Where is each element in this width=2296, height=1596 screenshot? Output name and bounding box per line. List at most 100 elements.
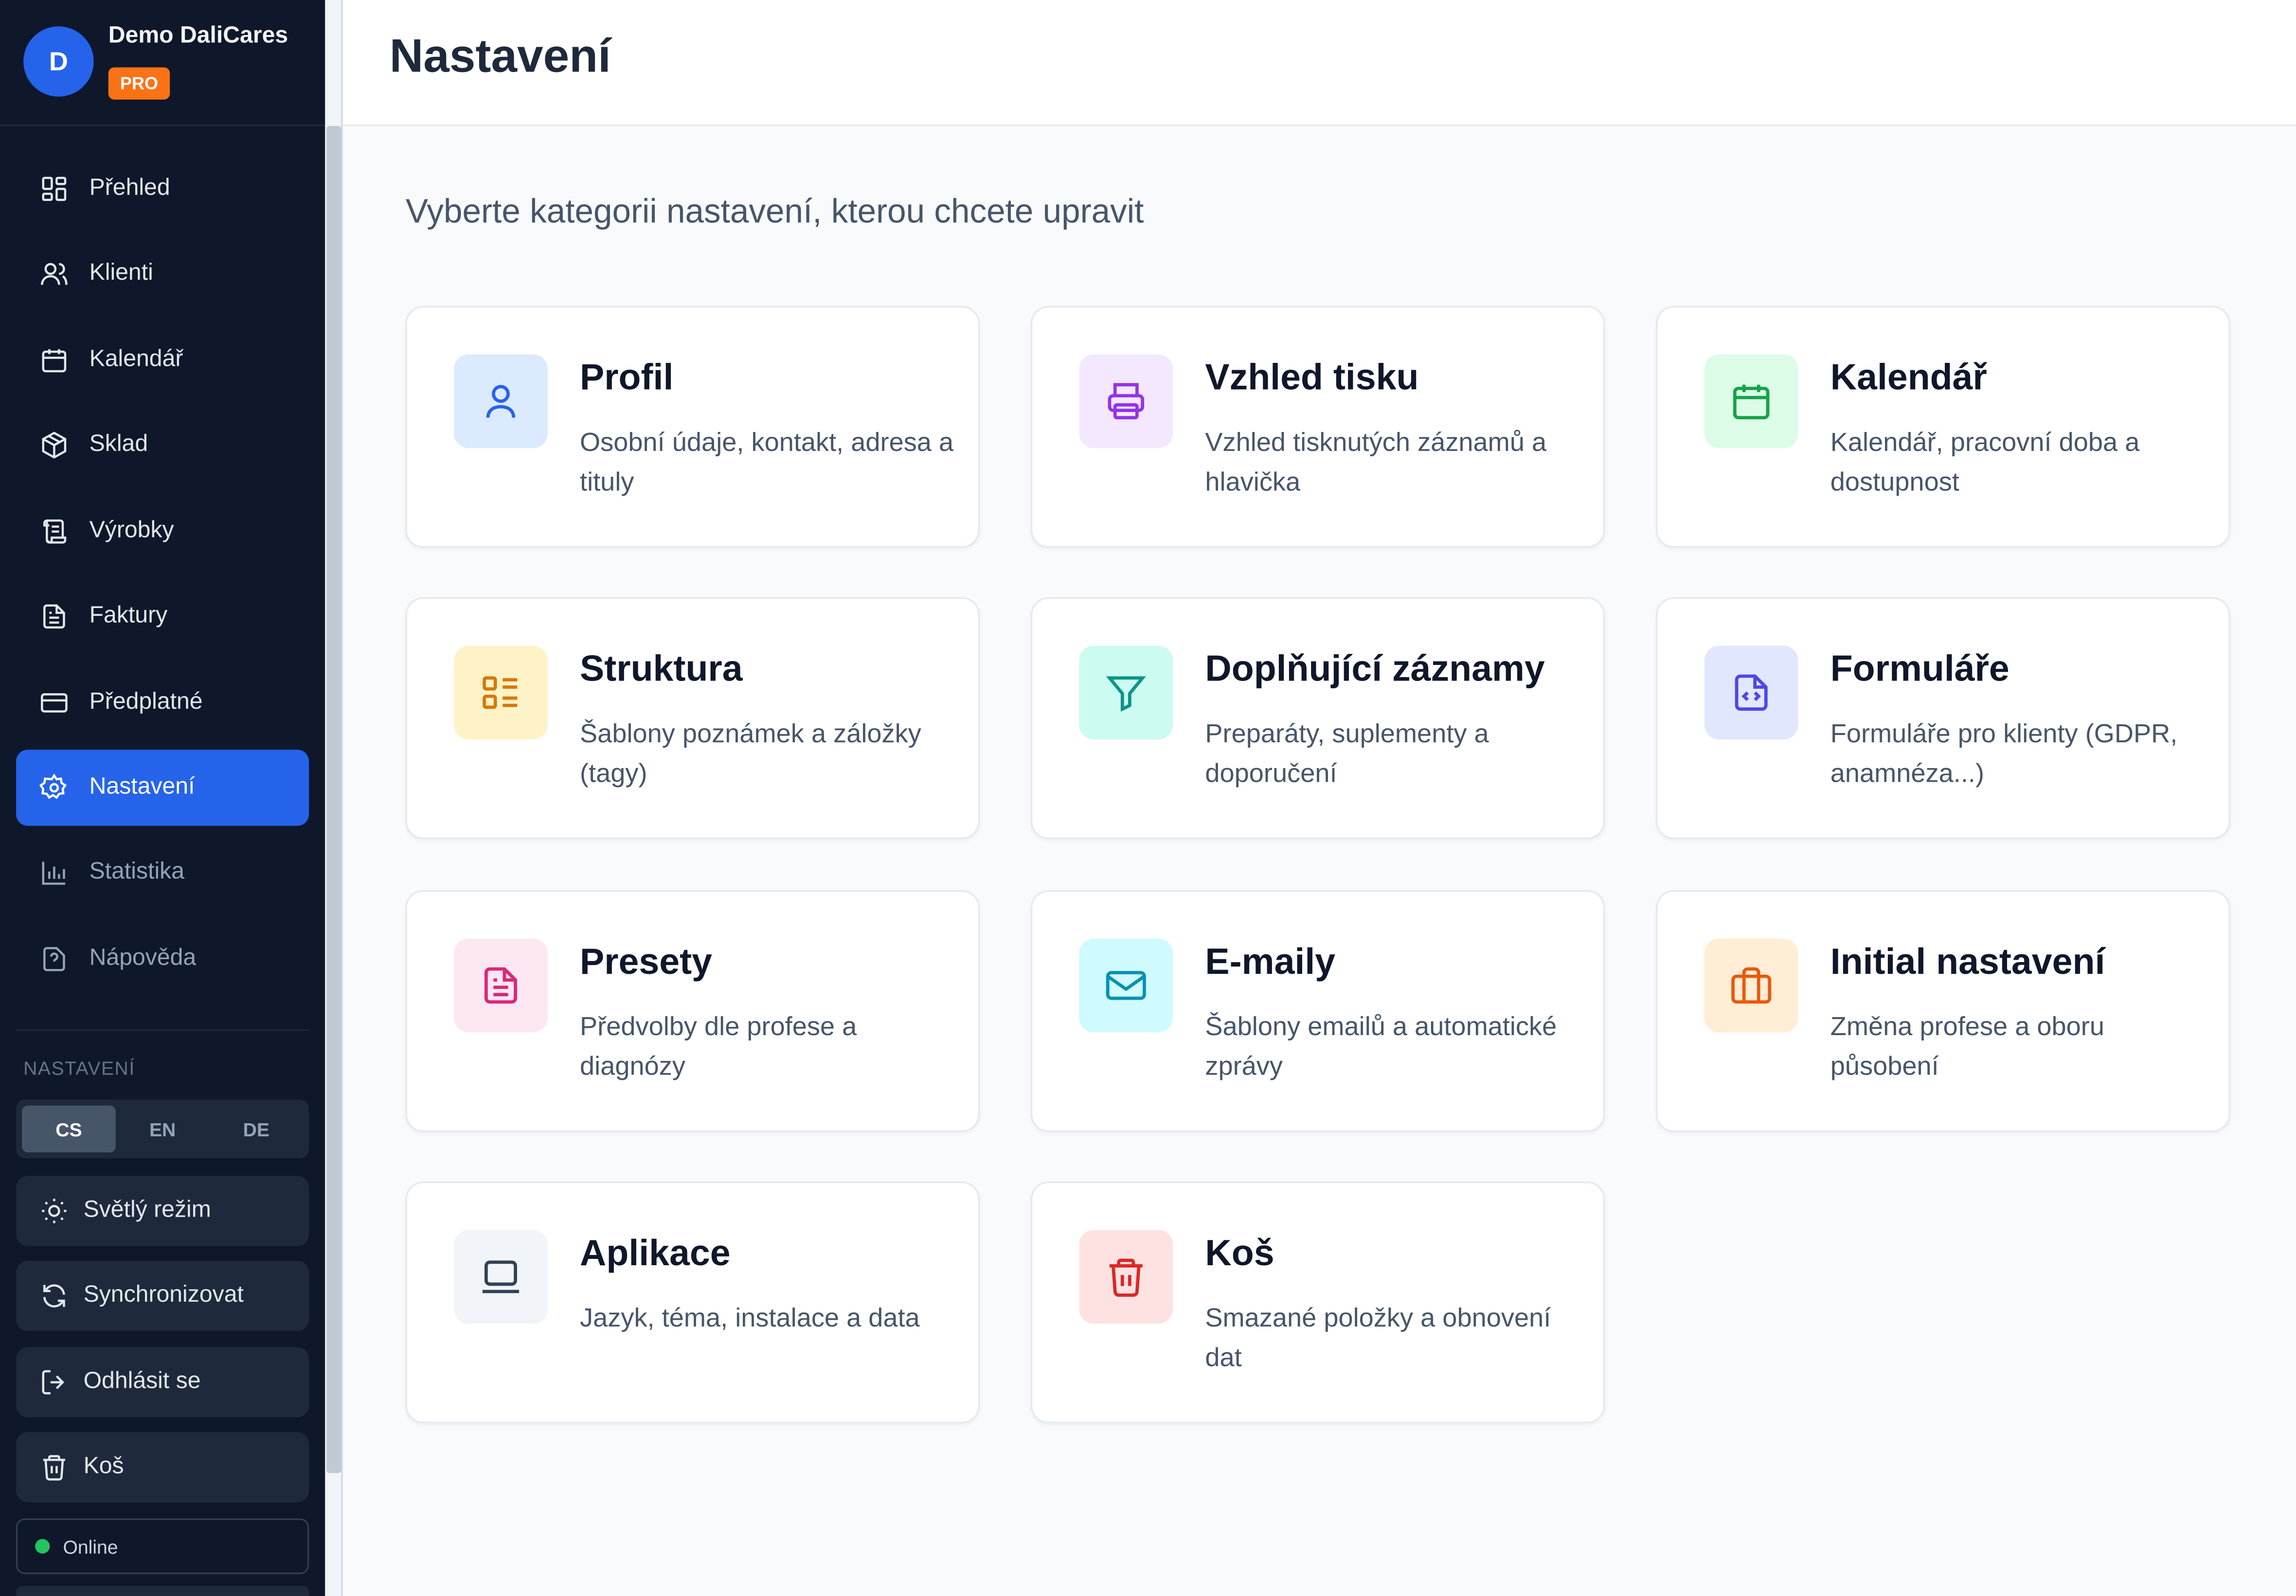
sidebar-item-label: Kalendář: [89, 347, 183, 372]
sidebar-item-nastaveni[interactable]: Nastavení: [16, 750, 309, 826]
card-title: Struktura: [580, 648, 743, 690]
card-icon-box: [1079, 354, 1173, 448]
credit-card-icon: [41, 693, 68, 713]
settings-section-label: NASTAVENÍ: [23, 1057, 135, 1079]
light-mode-label: Světlý režim: [83, 1198, 211, 1223]
card-presety[interactable]: Presety Předvolby dle profese a diagnózy: [405, 890, 980, 1132]
sidebar-item-label: Klienti: [89, 260, 153, 286]
card-struktura[interactable]: Struktura Šablony poznámek a záložky (ta…: [405, 597, 980, 839]
calendar-icon: [42, 349, 67, 373]
card-formulare[interactable]: Formuláře Formuláře pro klienty (GDPR, a…: [1656, 597, 2230, 839]
card-doplnujici-zaznamy[interactable]: Doplňující záznamy Preparáty, suplementy…: [1031, 597, 1605, 839]
card-title: Koš: [1205, 1233, 1274, 1274]
card-e-maily[interactable]: E-maily Šablony emailů a automatické zpr…: [1031, 890, 1605, 1132]
logout-icon: [42, 1370, 65, 1395]
page-header: Nastavení: [342, 0, 2296, 126]
sidebar-item-label: Výrobky: [89, 518, 174, 543]
sidebar-divider: [16, 1029, 309, 1031]
card-description: Kalendář, pracovní doba a dostupnost: [1830, 427, 2140, 497]
sun-icon: [42, 1199, 67, 1223]
scroll-icon: [43, 519, 67, 544]
card-icon-box: [1079, 1230, 1173, 1324]
card-title: E-maily: [1205, 941, 1336, 983]
sidebar-item-label: Přehled: [89, 176, 170, 201]
sidebar: D Demo DaliCares PRO Přehled Klienti Kal…: [0, 0, 325, 1596]
logout-button[interactable]: Odhlásit se: [16, 1347, 309, 1417]
list-icon: [483, 676, 518, 709]
card-initial-nastaveni[interactable]: Initial nastavení Změna profese a oboru …: [1656, 890, 2230, 1132]
card-icon-box: [1079, 646, 1173, 740]
sync-icon: [43, 1284, 65, 1308]
sidebar-item-statistika[interactable]: Statistika: [16, 835, 309, 911]
card-kalendar[interactable]: Kalendář Kalendář, pracovní doba a dostu…: [1656, 306, 2230, 548]
document-icon: [484, 967, 517, 1004]
card-aplikace[interactable]: Aplikace Jazyk, téma, instalace a data: [405, 1182, 980, 1423]
invoice-icon: [43, 604, 65, 629]
sidebar-item-label: Sklad: [89, 432, 148, 457]
printer-icon: [1108, 383, 1145, 420]
scrollbar-thumb[interactable]: [326, 126, 341, 1473]
card-icon-box: [1079, 938, 1173, 1033]
card-description: Šablony emailů a automatické zprávy: [1205, 1012, 1557, 1081]
card-description: Smazané položky a obnovení dat: [1205, 1303, 1551, 1372]
card-title: Profil: [580, 357, 674, 398]
card-title: Kalendář: [1830, 357, 1987, 398]
language-switcher: CS EN DE: [16, 1099, 309, 1159]
avatar: D: [23, 26, 94, 97]
user-name: Demo DaliCares: [108, 23, 288, 49]
sidebar-item-sklad[interactable]: Sklad: [16, 407, 309, 484]
sidebar-item-klienti[interactable]: Klienti: [16, 236, 309, 312]
user-profile[interactable]: D Demo DaliCares PRO: [0, 0, 325, 126]
sidebar-item-label: Nápověda: [89, 946, 197, 971]
sidebar-item-faktury[interactable]: Faktury: [16, 578, 309, 655]
card-vzhled-tisku[interactable]: Vzhled tisku Vzhled tisknutých záznamů a…: [1031, 306, 1605, 548]
sidebar-item-napoveda[interactable]: Nápověda: [16, 921, 309, 997]
sidebar-item-label: Předplatné: [89, 689, 203, 715]
card-description: Změna profese a oboru působení: [1830, 1012, 2105, 1081]
card-title: Formuláře: [1830, 648, 2009, 690]
sidebar-item-vyrobky[interactable]: Výrobky: [16, 493, 309, 570]
users-icon: [41, 263, 68, 285]
language-en[interactable]: EN: [116, 1106, 210, 1152]
light-mode-button[interactable]: Světlý režim: [16, 1176, 309, 1246]
mail-icon: [1106, 971, 1146, 1000]
card-description: Osobní údaje, kontakt, adresa a tituly: [580, 427, 954, 497]
help-icon: [43, 947, 65, 971]
sidebar-item-predplatne[interactable]: Předplatné: [16, 665, 309, 741]
language-cs[interactable]: CS: [22, 1105, 116, 1153]
card-description: Jazyk, téma, instalace a data: [580, 1303, 920, 1333]
laptop-icon: [482, 1260, 520, 1293]
card-icon-box: [454, 938, 548, 1033]
trash-label: Koš: [83, 1454, 124, 1479]
card-icon-box: [1704, 938, 1798, 1033]
trash-button[interactable]: Koš: [16, 1432, 309, 1503]
sidebar-bottom-edge: [16, 1586, 309, 1596]
card-title: Aplikace: [580, 1233, 731, 1274]
sidebar-item-prehled[interactable]: Přehled: [16, 151, 309, 227]
card-title: Initial nastavení: [1830, 941, 2105, 983]
sidebar-scrollbar[interactable]: [325, 0, 343, 1596]
dashboard-icon: [42, 177, 67, 201]
user-icon: [486, 385, 516, 418]
language-de[interactable]: DE: [209, 1106, 303, 1152]
card-title: Vzhled tisku: [1205, 357, 1419, 398]
trash-icon: [43, 1455, 65, 1481]
trash-icon: [1109, 1258, 1143, 1297]
card-description: Šablony poznámek a záložky (tagy): [580, 719, 921, 788]
card-description: Formuláře pro klienty (GDPR, anamnéza...…: [1830, 719, 2178, 788]
card-profil[interactable]: Profil Osobní údaje, kontakt, adresa a t…: [405, 306, 980, 548]
card-kos[interactable]: Koš Smazané položky a obnovení dat: [1031, 1182, 1605, 1423]
sidebar-item-kalendar[interactable]: Kalendář: [16, 322, 309, 398]
bar-chart-icon: [42, 861, 65, 885]
card-icon-box: [1704, 646, 1798, 740]
connection-status: Online: [16, 1518, 309, 1574]
sidebar-item-label: Statistika: [89, 859, 185, 885]
sync-button[interactable]: Synchronizovat: [16, 1260, 309, 1331]
plan-badge: PRO: [108, 67, 170, 100]
card-icon-box: [1704, 354, 1798, 448]
status-text: Online: [63, 1535, 118, 1558]
calendar-icon: [1733, 384, 1770, 420]
scrollbar-edge: [341, 0, 343, 1596]
card-icon-box: [454, 646, 548, 740]
card-description: Preparáty, suplementy a doporučení: [1205, 719, 1489, 788]
